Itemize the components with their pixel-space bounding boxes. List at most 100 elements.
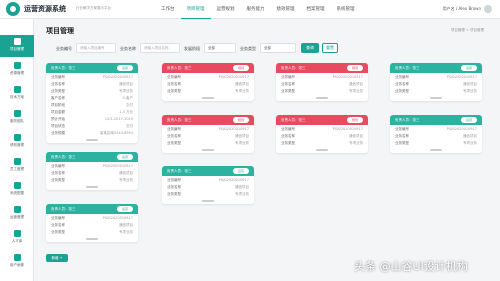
- status-badge: 运营: [461, 65, 477, 71]
- field-label: 业务类型: [51, 88, 65, 93]
- sidebar-item-label: 用户画像: [10, 263, 24, 267]
- field-label: 项目状态: [51, 123, 65, 128]
- card-header: 负责人员：张三 规划: [162, 115, 254, 125]
- stage-label: 发展阶段: [184, 46, 200, 51]
- card-field: 业务名称 通信项目: [167, 183, 249, 190]
- field-label: 业务类型: [281, 88, 295, 93]
- nav-service-capability[interactable]: 服务能力: [241, 0, 271, 19]
- nav-project-management[interactable]: 项目管理: [180, 0, 211, 19]
- status-badge: 运营: [117, 65, 133, 71]
- sidebar-item-staff[interactable]: 员工管理: [0, 155, 34, 177]
- team-icon: [13, 110, 21, 117]
- field-label: 业务类型: [51, 177, 65, 182]
- field-label: 项目金额: [51, 109, 65, 114]
- field-label: 业务名称: [51, 81, 65, 86]
- field-label: 业务名称: [281, 133, 295, 138]
- card-header: 负责人员：张三 运营: [390, 63, 482, 73]
- field-label: 业务类型: [167, 191, 181, 196]
- stage-select[interactable]: 全部: [204, 43, 236, 53]
- nav-system[interactable]: 系统管理: [331, 0, 361, 19]
- sidebar-item-solution[interactable]: 技术方案: [0, 83, 34, 105]
- field-label: 业务名称: [281, 81, 295, 86]
- sidebar-item-talent[interactable]: 人才库: [0, 227, 34, 249]
- sidebar-item-resource[interactable]: 资源管理: [0, 59, 34, 81]
- field-label: 业务类型: [395, 88, 409, 93]
- card-header: 负责人员：张三 运营: [162, 166, 254, 176]
- card-field: 业务类型 专项业务: [395, 139, 477, 146]
- sidebar-item-team[interactable]: 服务团队: [0, 107, 34, 129]
- field-value: 通信项目: [349, 133, 363, 138]
- query-button[interactable]: 查询: [301, 43, 319, 53]
- project-card[interactable]: 负责人员：张三 运营 业务编号 PGJ02020010917 业务名称 通信项目 业务类型 专…: [162, 166, 254, 204]
- card-footer: [46, 184, 138, 190]
- user-icon: [13, 158, 21, 165]
- card-footer: [162, 95, 254, 101]
- field-value: 通信项目: [235, 184, 249, 189]
- user-menu[interactable]: 用户名 / Alex Brown: [443, 5, 492, 13]
- card-field: 业务类型 专项业务: [167, 190, 249, 197]
- field-label: 业务编号: [167, 74, 181, 79]
- card-owner: 负责人员：张三: [281, 65, 306, 70]
- sidebar-item-label: 员工管理: [10, 167, 24, 171]
- card-field: 业务编号 PGJ02020010917: [167, 176, 249, 183]
- document-icon: [13, 86, 21, 93]
- sidebar-item-profile[interactable]: 用户画像: [0, 251, 34, 273]
- field-label: 业务名称: [51, 222, 65, 227]
- project-card[interactable]: 负责人员：张三 规划 业务编号 PGJ02020010917 业务名称 通信项目 业务类型 专…: [276, 63, 368, 101]
- logo-icon: [6, 2, 20, 16]
- field-value: 通信项目: [463, 81, 477, 86]
- project-card[interactable]: 负责人员：张三 运营 业务编号 PGJ02020010917 业务名称 通信项目 业务类型 专…: [46, 204, 138, 242]
- nav-archives[interactable]: 档案管理: [301, 0, 331, 19]
- nav-workbench[interactable]: 工作台: [155, 0, 181, 19]
- add-button[interactable]: 新增 +: [46, 254, 68, 262]
- project-card[interactable]: 负责人员：张三 规划 业务编号 PGJ02020010917 业务名称 通信项目 业务类型 专…: [276, 115, 368, 153]
- project-card[interactable]: 负责人员：张三 运营 业务编号 PGJ02020010917 业务名称 通信项目 业务类型 专…: [46, 152, 138, 190]
- project-card[interactable]: 负责人员：张三 规划 业务编号 PGJ02020010917 业务名称 通信项目 业务类型 专…: [162, 115, 254, 153]
- field-value: 专项业务: [349, 88, 363, 93]
- code-input[interactable]: 请输入项目编号: [76, 43, 116, 53]
- card-owner: 负责人员：张三: [281, 117, 306, 122]
- card-field: 业务名称 通信项目: [281, 132, 363, 139]
- card-owner: 负责人员：张三: [51, 206, 76, 211]
- field-value: PGJ02020010917: [446, 74, 477, 79]
- field-value: 12/1-2017-2019: [104, 116, 133, 121]
- breadcrumb: 项目管理 > 项目管理: [450, 28, 484, 32]
- project-card[interactable]: 负责人员：张三 规划 业务编号 PGJ02020010917 业务名称 通信项目 业务类型 专…: [162, 63, 254, 101]
- project-card[interactable]: 负责人员：张三 运营 业务编号 PGJ02020010917 业务名称 通信项目 业务类型 专…: [46, 63, 138, 143]
- sidebar-item-project[interactable]: 项目管理: [0, 35, 34, 57]
- type-select[interactable]: 全部: [260, 43, 296, 53]
- people-icon: [13, 230, 21, 237]
- project-card[interactable]: 负责人员：张三 运营 业务编号 PGJ02020010917 业务名称 通信项目 业务类型 专…: [390, 115, 482, 153]
- folder-icon: [13, 38, 21, 45]
- nav-operation-planning[interactable]: 运营规划: [211, 0, 241, 19]
- field-label: 客户名称: [51, 95, 65, 100]
- card-header: 负责人员：张三 规划: [162, 63, 254, 73]
- card-owner: 负责人员：张三: [167, 168, 192, 173]
- field-value: 通信项目: [119, 170, 133, 175]
- card-footer: [46, 236, 138, 242]
- card-footer: [162, 147, 254, 153]
- field-label: 业务名称: [395, 133, 409, 138]
- app-subtitle: 行业解决方案展示平台: [76, 6, 111, 10]
- field-label: 业务编号: [51, 74, 65, 79]
- sidebar-item-performance[interactable]: 绩效管理: [0, 131, 34, 153]
- nav-performance[interactable]: 绩效管理: [271, 0, 301, 19]
- database-icon: [13, 62, 21, 69]
- card-footer: [276, 95, 368, 101]
- card-field: 业务编号 PGJ02020010917: [281, 125, 363, 132]
- name-input[interactable]: 请输入项目名称: [140, 43, 180, 53]
- card-owner: 负责人员：张三: [395, 117, 420, 122]
- project-card[interactable]: 负责人员：张三 运营 业务编号 PGJ02020010917 业务名称 通信项目 业务类型 专…: [390, 63, 482, 101]
- field-label: 业务编号: [281, 74, 295, 79]
- sidebar-item-operation[interactable]: 运营管理: [0, 203, 34, 225]
- sidebar-item-label: 绩效管理: [10, 143, 24, 147]
- reset-button[interactable]: 重置: [322, 43, 338, 53]
- filter-bar: 业务编号 请输入项目编号 业务名称 请输入项目名称 发展阶段 全部 业务类型 全…: [46, 42, 486, 56]
- field-value: 通信项目: [349, 81, 363, 86]
- status-badge: 运营: [461, 117, 477, 123]
- field-value: 通信项目: [119, 81, 133, 86]
- status-badge: 规划: [347, 65, 363, 71]
- card-footer: [390, 95, 482, 101]
- card-field: 业务名称 通信项目: [395, 132, 477, 139]
- sidebar-item-config[interactable]: 系统配置: [0, 179, 34, 201]
